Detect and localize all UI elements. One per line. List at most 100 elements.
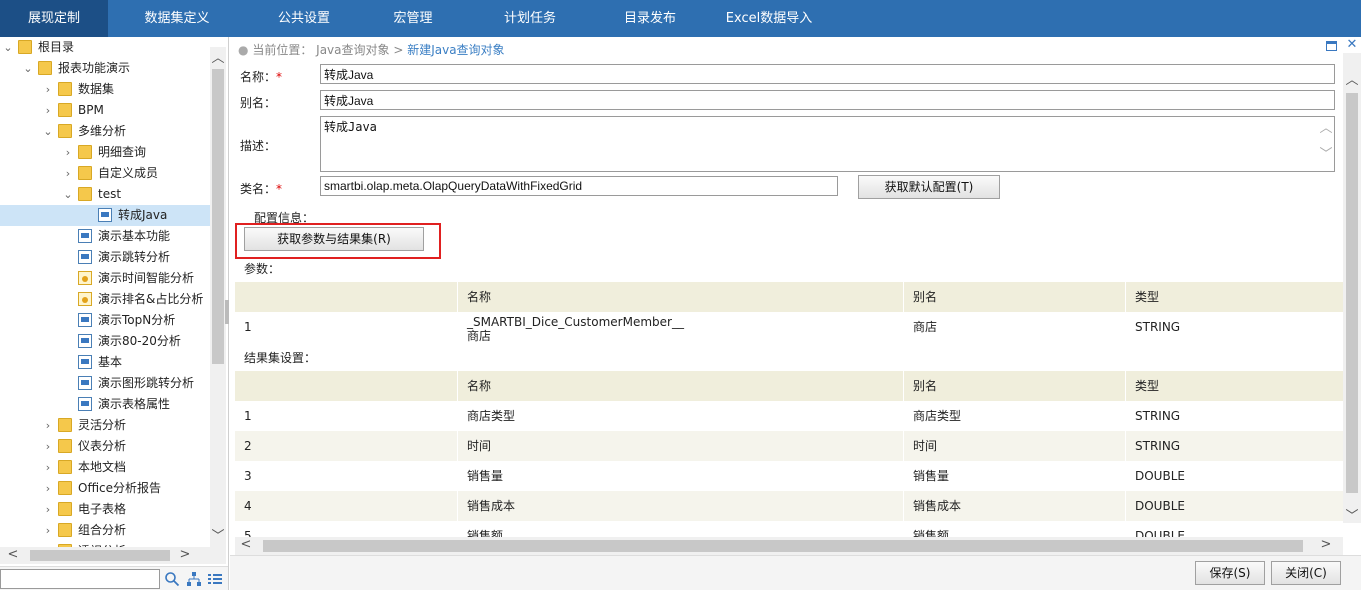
tree-item[interactable]: › 组合分析 xyxy=(0,520,210,541)
name-field[interactable] xyxy=(320,64,1335,84)
tree-item[interactable]: ⌄ test xyxy=(0,184,210,205)
maximize-icon[interactable] xyxy=(1326,41,1337,51)
scroll-right-icon[interactable]: > xyxy=(1319,537,1333,552)
expand-icon[interactable]: › xyxy=(42,436,54,457)
scroll-up-icon[interactable]: ︿ xyxy=(210,47,226,66)
tab-catalog-publish[interactable]: 目录发布 xyxy=(600,0,700,37)
tree-item[interactable]: › 仪表分析 xyxy=(0,436,210,457)
tree-vertical-scrollbar[interactable]: ︿ ﹀ xyxy=(210,47,226,564)
cell-type: DOUBLE xyxy=(1125,521,1343,537)
table-row[interactable]: 3 销售量 销售量 DOUBLE xyxy=(235,461,1343,491)
table-horizontal-scrollbar[interactable]: < > xyxy=(235,537,1343,555)
close-button[interactable]: 关闭(C) xyxy=(1271,561,1341,585)
expand-icon[interactable]: › xyxy=(62,163,74,184)
tab-excel-import[interactable]: Excel数据导入 xyxy=(704,0,834,37)
tree-item[interactable]: 演示表格属性 xyxy=(0,394,210,415)
scroll-thumb[interactable] xyxy=(30,550,170,561)
splitter-handle[interactable] xyxy=(225,300,229,324)
scroll-up-icon[interactable]: ︿ xyxy=(1343,69,1361,88)
tree-search-input[interactable] xyxy=(0,569,160,589)
resource-tree-panel: ⌄ 根目录 ⌄ 报表功能演示 › 数据集 › BPM ⌄ 多维分析 › 明细查询 › 自定义成员 ⌄ test… xyxy=(0,37,229,590)
expand-icon[interactable]: › xyxy=(42,100,54,121)
expand-icon[interactable]: › xyxy=(42,478,54,499)
alias-label: 别名： xyxy=(240,96,277,110)
table-row[interactable]: 1 _SMARTBI_Dice_CustomerMember__ 商店 商店 ST… xyxy=(235,312,1343,342)
tree-item[interactable]: 演示基本功能 xyxy=(0,226,210,247)
collapse-icon[interactable]: ⌄ xyxy=(2,37,14,58)
tree-item[interactable]: ⌄ 报表功能演示 xyxy=(0,58,210,79)
alias-field[interactable] xyxy=(320,90,1335,110)
tree-item[interactable]: 演示跳转分析 xyxy=(0,247,210,268)
tree-item-label: 演示80-20分析 xyxy=(98,334,181,348)
get-params-resultset-button[interactable]: 获取参数与结果集(R) xyxy=(244,227,424,251)
breadcrumb-path[interactable]: Java查询对象 > xyxy=(316,43,403,57)
tree-item[interactable]: ⌄ 多维分析 xyxy=(0,121,210,142)
tree-item[interactable]: › 电子表格 xyxy=(0,499,210,520)
tree-item[interactable]: › 自定义成员 xyxy=(0,163,210,184)
tree-item-label: 演示TopN分析 xyxy=(98,313,176,327)
tree-item[interactable]: 演示图形跳转分析 xyxy=(0,373,210,394)
folder-icon xyxy=(58,439,72,453)
collapse-icon[interactable]: ⌄ xyxy=(42,121,54,142)
tree-item[interactable]: 演示时间智能分析 xyxy=(0,268,210,289)
scroll-down-icon[interactable]: ﹀ xyxy=(1343,505,1361,524)
tree-structure-icon[interactable] xyxy=(186,571,202,587)
table-row[interactable]: 2 时间 时间 STRING xyxy=(235,431,1343,461)
main-panel: ● 当前位置： Java查询对象 > 新建Java查询对象 ✕ 名称：* 别名：… xyxy=(230,37,1361,590)
scroll-thumb[interactable] xyxy=(263,540,1303,552)
table-row[interactable]: 4 销售成本 销售成本 DOUBLE xyxy=(235,491,1343,521)
tab-scheduled-tasks[interactable]: 计划任务 xyxy=(460,0,600,37)
scroll-left-icon[interactable]: < xyxy=(6,547,20,562)
resource-tree: ⌄ 根目录 ⌄ 报表功能演示 › 数据集 › BPM ⌄ 多维分析 › 明细查询 › 自定义成员 ⌄ test… xyxy=(0,37,210,547)
expand-icon[interactable]: › xyxy=(42,457,54,478)
tree-item[interactable]: ⌄ 根目录 xyxy=(0,37,210,58)
expand-icon[interactable]: › xyxy=(42,79,54,100)
tree-horizontal-scrollbar[interactable]: < > xyxy=(0,547,210,564)
table-row[interactable]: 5 销售额 销售额 DOUBLE xyxy=(235,521,1343,537)
tree-item[interactable]: 演示排名&占比分析 xyxy=(0,289,210,310)
tab-public-settings[interactable]: 公共设置 xyxy=(242,0,366,37)
bullet-icon: ● xyxy=(238,43,249,57)
tree-item[interactable]: › 明细查询 xyxy=(0,142,210,163)
folder-icon xyxy=(78,145,92,159)
tree-item[interactable]: › 数据集 xyxy=(0,79,210,100)
folder-icon xyxy=(58,124,72,138)
cell-index: 5 xyxy=(244,529,252,537)
tree-item[interactable]: 演示80-20分析 xyxy=(0,331,210,352)
tree-item[interactable]: 演示TopN分析 xyxy=(0,310,210,331)
params-table: 名称 别名 类型 1 _SMARTBI_Dice_CustomerMember_… xyxy=(235,282,1343,342)
scroll-thumb[interactable] xyxy=(1346,93,1358,493)
tree-item[interactable]: › 本地文档 xyxy=(0,457,210,478)
collapse-icon[interactable]: ⌄ xyxy=(22,58,34,79)
main-vertical-scrollbar[interactable]: ︿ ﹀ xyxy=(1343,53,1361,524)
scroll-left-icon[interactable]: < xyxy=(239,537,253,552)
scroll-thumb[interactable] xyxy=(212,69,224,364)
textarea-scroll-up-icon[interactable]: ︿ xyxy=(1319,121,1333,137)
tab-macro-manage[interactable]: 宏管理 xyxy=(366,0,460,37)
search-icon[interactable] xyxy=(164,571,180,587)
expand-icon[interactable]: › xyxy=(42,415,54,436)
expand-icon[interactable]: › xyxy=(42,499,54,520)
tab-display-custom[interactable]: 展现定制 xyxy=(0,0,108,37)
table-row[interactable]: 1 商店类型 商店类型 STRING xyxy=(235,401,1343,431)
report-icon xyxy=(78,250,92,264)
scroll-right-icon[interactable]: > xyxy=(178,547,192,562)
save-button[interactable]: 保存(S) xyxy=(1195,561,1265,585)
tree-item[interactable]: 转成Java xyxy=(0,205,210,226)
close-icon[interactable]: ✕ xyxy=(1345,37,1359,53)
get-default-config-button[interactable]: 获取默认配置(T) xyxy=(858,175,1000,199)
class-name-field[interactable] xyxy=(320,176,838,196)
expand-icon[interactable]: › xyxy=(42,520,54,541)
description-textarea[interactable]: 转成Java ︿ ﹀ xyxy=(320,116,1335,172)
tab-dataset-define[interactable]: 数据集定义 xyxy=(112,0,242,37)
cell-type: STRING xyxy=(1125,312,1343,342)
expand-icon[interactable]: › xyxy=(62,142,74,163)
tree-item[interactable]: › 灵活分析 xyxy=(0,415,210,436)
textarea-scroll-down-icon[interactable]: ﹀ xyxy=(1319,147,1333,163)
collapse-icon[interactable]: ⌄ xyxy=(62,184,74,205)
scroll-down-icon[interactable]: ﹀ xyxy=(210,525,226,544)
list-view-icon[interactable] xyxy=(207,571,223,587)
tree-item[interactable]: › Office分析报告 xyxy=(0,478,210,499)
tree-item[interactable]: › BPM xyxy=(0,100,210,121)
tree-item[interactable]: 基本 xyxy=(0,352,210,373)
